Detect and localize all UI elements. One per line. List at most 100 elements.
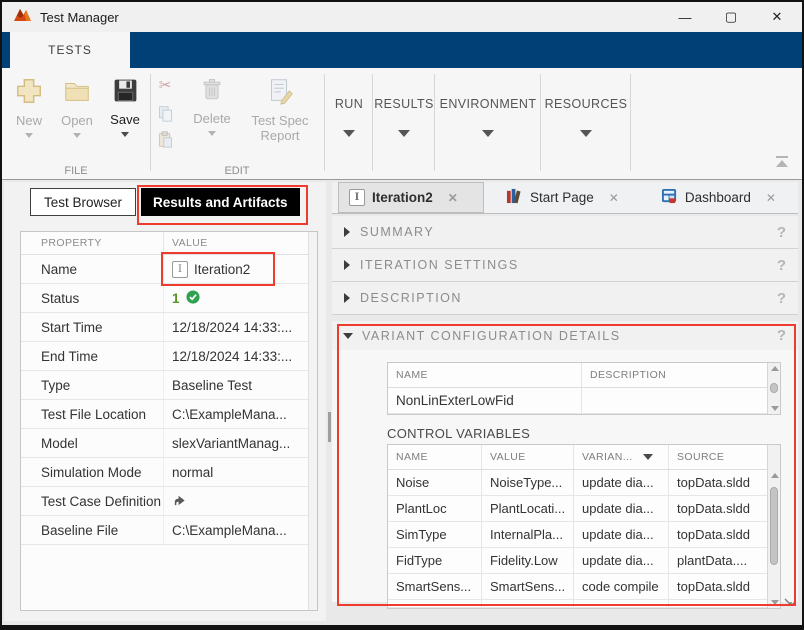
table-row-status[interactable]: Status 1 — [21, 284, 317, 313]
scroll-down-icon[interactable] — [771, 600, 779, 605]
collapse-ribbon-button[interactable] — [774, 156, 790, 169]
section-iteration-settings[interactable]: ITERATION SETTINGS ? — [332, 249, 798, 282]
control-variables-table: NAME VALUE VARIAN... SOURCE Noise NoiseT… — [387, 444, 781, 609]
splitter-handle[interactable] — [328, 412, 331, 442]
doc-tab-dashboard[interactable]: Dashboard ✕ — [651, 182, 786, 213]
doc-tab-start-page[interactable]: Start Page ✕ — [496, 182, 629, 213]
results-dropdown[interactable]: RESULTS — [376, 68, 432, 165]
cv-variant-header[interactable]: VARIAN... — [573, 445, 668, 469]
table-row[interactable]: Noise NoiseType... update dia... topData… — [388, 470, 780, 496]
help-icon[interactable]: ? — [777, 257, 786, 274]
delete-button[interactable]: Delete — [186, 76, 238, 136]
cv-table-scrollbar[interactable] — [767, 445, 780, 608]
save-dropdown-icon[interactable] — [121, 132, 129, 137]
table-row-type[interactable]: Type Baseline Test — [21, 371, 317, 400]
title-bar: Test Manager — ▢ ✕ — [2, 2, 802, 32]
expand-arrow-icon — [344, 293, 350, 303]
table-row-test-file-location[interactable]: Test File Location C:\ExampleMana... — [21, 400, 317, 429]
open-button[interactable]: Open — [54, 76, 100, 138]
table-row[interactable]: PlantLoc PlantLocati... update dia... to… — [388, 496, 780, 522]
edit-group-label: EDIT — [152, 165, 322, 177]
table-row-simulation-mode[interactable]: Simulation Mode normal — [21, 458, 317, 487]
maximize-button[interactable]: ▢ — [708, 2, 754, 32]
open-folder-icon — [62, 76, 92, 111]
test-manager-window: Test Manager — ▢ ✕ TESTS New Open Save F… — [0, 0, 804, 630]
matlab-logo-icon — [14, 7, 31, 27]
window-title: Test Manager — [40, 10, 119, 25]
section-summary[interactable]: SUMMARY ? — [332, 216, 798, 249]
delete-dropdown-icon[interactable] — [208, 131, 216, 136]
help-icon[interactable]: ? — [777, 224, 786, 241]
iteration-icon: I — [349, 189, 365, 206]
table-row-baseline-file[interactable]: Baseline File C:\ExampleMana... — [21, 516, 317, 545]
property-column-header: PROPERTY — [21, 237, 163, 249]
open-dropdown-icon[interactable] — [73, 133, 81, 138]
scroll-thumb[interactable] — [770, 383, 778, 393]
scroll-up-icon[interactable] — [771, 473, 779, 478]
properties-scrollbar[interactable] — [308, 232, 317, 610]
close-tab-icon[interactable]: ✕ — [448, 191, 458, 205]
cv-source-header[interactable]: SOURCE — [668, 445, 768, 469]
paste-icon[interactable] — [154, 128, 176, 150]
cv-value-header[interactable]: VALUE — [481, 445, 573, 469]
resize-grip-icon[interactable] — [784, 593, 795, 611]
resources-dropdown[interactable]: RESOURCES — [544, 68, 628, 165]
tab-tests[interactable]: TESTS — [10, 32, 130, 68]
environment-dropdown[interactable]: ENVIRONMENT — [438, 68, 538, 165]
config-name-header: NAME — [388, 363, 581, 387]
config-description-header: DESCRIPTION — [581, 363, 768, 387]
collapse-ribbon-arrow-icon — [776, 160, 788, 167]
copy-icon[interactable] — [154, 102, 176, 124]
name-value: Iteration2 — [194, 262, 250, 277]
table-row[interactable]: NonLinExterLowFid — [388, 388, 780, 414]
test-spec-report-button[interactable]: Test SpecReport — [242, 76, 318, 143]
section-variant-configuration-details[interactable]: VARIANT CONFIGURATION DETAILS ? — [332, 321, 798, 350]
resources-chevron-icon — [580, 130, 592, 137]
table-row-end-time[interactable]: End Time 12/18/2024 14:33:... — [21, 342, 317, 371]
save-button[interactable]: Save — [104, 76, 146, 137]
new-button[interactable]: New — [8, 76, 50, 138]
config-table-scrollbar[interactable] — [767, 363, 780, 414]
properties-table: PROPERTY VALUE Name IIteration2 Status 1… — [20, 231, 318, 611]
new-plus-icon — [14, 76, 44, 111]
table-row-start-time[interactable]: Start Time 12/18/2024 14:33:... — [21, 313, 317, 342]
scroll-down-icon[interactable] — [771, 406, 779, 411]
right-panel: I Iteration2 ✕ Start Page ✕ Dashboard ✕ — [332, 182, 798, 621]
sort-dropdown-icon[interactable] — [643, 454, 653, 460]
new-dropdown-icon[interactable] — [25, 133, 33, 138]
properties-table-header: PROPERTY VALUE — [21, 232, 317, 255]
help-icon[interactable]: ? — [777, 327, 786, 344]
table-row[interactable]: SmartSens... SmartSens... code compile t… — [388, 574, 780, 600]
dashboard-icon — [661, 188, 678, 207]
doc-tab-iteration2[interactable]: I Iteration2 ✕ — [338, 182, 484, 213]
table-row[interactable]: FidType Fidelity.Low update dia... plant… — [388, 548, 780, 574]
table-row-test-case-definition[interactable]: Test Case Definition — [21, 487, 317, 516]
cut-icon[interactable]: ✂ — [154, 74, 176, 96]
iteration-icon: I — [172, 261, 188, 278]
goto-test-case-icon[interactable] — [172, 492, 187, 510]
document-tab-bar: I Iteration2 ✕ Start Page ✕ Dashboard ✕ — [332, 182, 798, 214]
tab-test-browser[interactable]: Test Browser — [30, 188, 136, 216]
table-row-name[interactable]: Name IIteration2 — [21, 255, 317, 284]
ribbon-toolbar: New Open Save FILE ✂ Delete Test SpecRep… — [2, 68, 802, 180]
results-chevron-icon — [398, 130, 410, 137]
variant-config-table: NAME DESCRIPTION NonLinExterLowFid — [387, 362, 781, 415]
report-document-icon — [265, 76, 295, 111]
scroll-up-icon[interactable] — [771, 366, 779, 371]
run-chevron-icon — [343, 130, 355, 137]
tab-results-and-artifacts[interactable]: Results and Artifacts — [141, 188, 300, 216]
close-tab-icon[interactable]: ✕ — [766, 191, 776, 205]
table-row[interactable]: SimType InternalPla... update dia... top… — [388, 522, 780, 548]
cv-name-header[interactable]: NAME — [388, 445, 481, 469]
close-tab-icon[interactable]: ✕ — [609, 191, 619, 205]
variant-configuration-body: NAME DESCRIPTION NonLinExterLowFid — [332, 350, 798, 602]
section-description[interactable]: DESCRIPTION ? — [332, 282, 798, 315]
run-dropdown[interactable]: RUN — [328, 68, 370, 165]
start-page-books-icon — [506, 188, 523, 207]
scroll-thumb[interactable] — [770, 487, 778, 565]
table-row-partial — [388, 600, 780, 608]
close-button[interactable]: ✕ — [754, 2, 800, 32]
minimize-button[interactable]: — — [662, 2, 708, 32]
help-icon[interactable]: ? — [777, 290, 786, 307]
table-row-model[interactable]: Model slexVariantManag... — [21, 429, 317, 458]
